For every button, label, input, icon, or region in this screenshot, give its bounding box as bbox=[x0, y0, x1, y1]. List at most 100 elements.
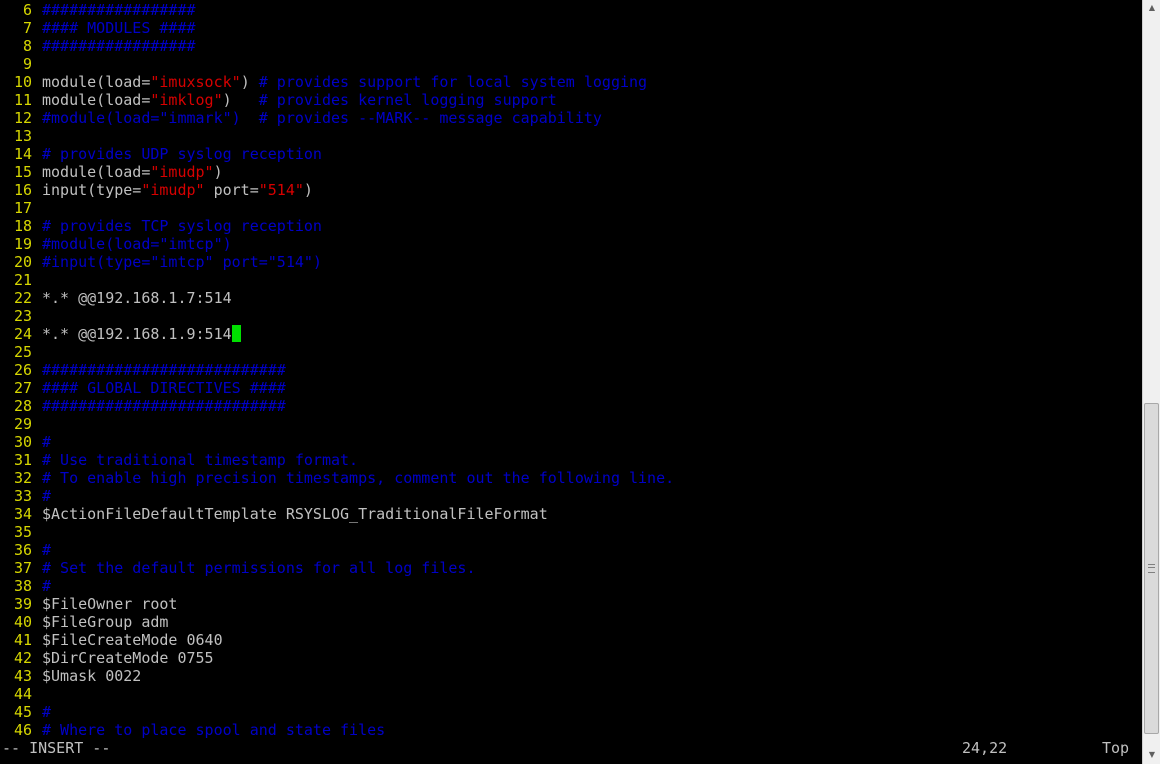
code-token-normal: module(load= bbox=[42, 163, 151, 181]
code-line[interactable]: 45 # bbox=[0, 703, 1142, 721]
code-token-comment: # provides support for local system logg… bbox=[258, 73, 648, 91]
code-line[interactable]: 23 bbox=[0, 307, 1142, 325]
code-token-normal: module(load= bbox=[42, 73, 151, 91]
code-line[interactable]: 40 $FileGroup adm bbox=[0, 613, 1142, 631]
line-number: 29 bbox=[13, 415, 32, 433]
code-line[interactable]: 30 # bbox=[0, 433, 1142, 451]
code-token-normal: *.* @@192.168.1.7:514 bbox=[42, 289, 232, 307]
code-line[interactable]: 42 $DirCreateMode 0755 bbox=[0, 649, 1142, 667]
line-number: 10 bbox=[13, 73, 32, 91]
code-line[interactable]: 14 # provides UDP syslog reception bbox=[0, 145, 1142, 163]
line-number: 31 bbox=[13, 451, 32, 469]
code-line[interactable]: 27 #### GLOBAL DIRECTIVES #### bbox=[0, 379, 1142, 397]
code-line[interactable]: 21 bbox=[0, 271, 1142, 289]
line-number: 21 bbox=[13, 271, 32, 289]
code-token-comment: #input(type="imtcp" port="514") bbox=[42, 253, 322, 271]
code-line[interactable]: 12 #module(load="immark") # provides --MA… bbox=[0, 109, 1142, 127]
code-token-normal: port= bbox=[204, 181, 259, 199]
insert-mode-indicator: -- INSERT -- bbox=[2, 739, 111, 757]
code-token-string: "514" bbox=[258, 181, 304, 199]
scroll-up-arrow-icon[interactable]: ▲ bbox=[1144, 0, 1160, 16]
code-line[interactable]: 11 module(load="imklog") # provides kerne… bbox=[0, 91, 1142, 109]
line-number: 20 bbox=[13, 253, 32, 271]
line-number: 6 bbox=[22, 1, 32, 19]
code-line[interactable]: 44 bbox=[0, 685, 1142, 703]
code-line[interactable]: 8 ################# bbox=[0, 37, 1142, 55]
code-line[interactable]: 31 # Use traditional timestamp format. bbox=[0, 451, 1142, 469]
code-token-comment: #### GLOBAL DIRECTIVES #### bbox=[42, 379, 286, 397]
line-number: 27 bbox=[13, 379, 32, 397]
code-token-normal: $FileOwner root bbox=[42, 595, 178, 613]
line-number: 19 bbox=[13, 235, 32, 253]
line-number: 38 bbox=[13, 577, 32, 595]
code-line[interactable]: 43 $Umask 0022 bbox=[0, 667, 1142, 685]
line-number: 34 bbox=[13, 505, 32, 523]
cursor-position: 24,22 bbox=[962, 739, 1008, 757]
vim-editor-buffer[interactable]: 6 ################# 7 #### MODULES #### 8 ###… bbox=[0, 1, 1142, 739]
code-line[interactable]: 13 bbox=[0, 127, 1142, 145]
line-number: 15 bbox=[13, 163, 32, 181]
code-line[interactable]: 24 *.* @@192.168.1.9:514 bbox=[0, 325, 1142, 343]
code-line[interactable]: 46 # Where to place spool and state files bbox=[0, 721, 1142, 739]
code-line[interactable]: 33 # bbox=[0, 487, 1142, 505]
code-line[interactable]: 38 # bbox=[0, 577, 1142, 595]
scroll-position-indicator: Top bbox=[1102, 739, 1130, 757]
code-line[interactable]: 26 ########################### bbox=[0, 361, 1142, 379]
scrollbar-thumb[interactable] bbox=[1144, 403, 1159, 734]
line-number: 28 bbox=[13, 397, 32, 415]
line-number: 23 bbox=[13, 307, 32, 325]
line-number: 45 bbox=[13, 703, 32, 721]
code-token-comment: # bbox=[42, 541, 52, 559]
code-line[interactable]: 34 $ActionFileDefaultTemplate RSYSLOG_Tra… bbox=[0, 505, 1142, 523]
code-line[interactable]: 29 bbox=[0, 415, 1142, 433]
line-number: 12 bbox=[13, 109, 32, 127]
line-number: 42 bbox=[13, 649, 32, 667]
line-number: 44 bbox=[13, 685, 32, 703]
code-line[interactable]: 18 # provides TCP syslog reception bbox=[0, 217, 1142, 235]
line-number: 33 bbox=[13, 487, 32, 505]
code-token-normal: module(load= bbox=[42, 91, 151, 109]
code-token-comment: ########################### bbox=[42, 361, 286, 379]
line-number: 37 bbox=[13, 559, 32, 577]
scroll-down-arrow-icon[interactable]: ▼ bbox=[1144, 747, 1160, 763]
code-line[interactable]: 6 ################# bbox=[0, 1, 1142, 19]
code-token-comment: # bbox=[42, 703, 52, 721]
vim-status-line: -- INSERT -- 24,22 Top bbox=[0, 739, 1142, 757]
code-line[interactable]: 7 #### MODULES #### bbox=[0, 19, 1142, 37]
code-line[interactable]: 22 *.* @@192.168.1.7:514 bbox=[0, 289, 1142, 307]
vertical-scrollbar[interactable]: ▲ ▼ bbox=[1142, 0, 1160, 764]
code-token-normal: ) bbox=[213, 163, 223, 181]
code-line[interactable]: 10 module(load="imuxsock") # provides sup… bbox=[0, 73, 1142, 91]
code-line[interactable]: 41 $FileCreateMode 0640 bbox=[0, 631, 1142, 649]
code-token-comment: # bbox=[42, 577, 52, 595]
line-number: 25 bbox=[13, 343, 32, 361]
code-token-comment: # provides UDP syslog reception bbox=[42, 145, 322, 163]
code-line[interactable]: 16 input(type="imudp" port="514") bbox=[0, 181, 1142, 199]
code-line[interactable]: 36 # bbox=[0, 541, 1142, 559]
code-line[interactable]: 15 module(load="imudp") bbox=[0, 163, 1142, 181]
code-line[interactable]: 28 ########################### bbox=[0, 397, 1142, 415]
terminal-window[interactable]: 6 ################# 7 #### MODULES #### 8 ###… bbox=[0, 0, 1160, 764]
line-number: 7 bbox=[22, 19, 32, 37]
text-cursor bbox=[231, 325, 241, 342]
line-number: 8 bbox=[22, 37, 32, 55]
code-line[interactable]: 25 bbox=[0, 343, 1142, 361]
line-number: 26 bbox=[13, 361, 32, 379]
line-number: 46 bbox=[13, 721, 32, 739]
code-line[interactable]: 20 #input(type="imtcp" port="514") bbox=[0, 253, 1142, 271]
code-line[interactable]: 37 # Set the default permissions for all … bbox=[0, 559, 1142, 577]
line-number: 36 bbox=[13, 541, 32, 559]
code-line[interactable]: 39 $FileOwner root bbox=[0, 595, 1142, 613]
line-number: 9 bbox=[22, 55, 32, 73]
code-token-comment: ################# bbox=[42, 37, 196, 55]
code-line[interactable]: 9 bbox=[0, 55, 1142, 73]
code-token-string: "imklog" bbox=[150, 91, 223, 109]
code-token-comment: # Where to place spool and state files bbox=[42, 721, 386, 739]
code-line[interactable]: 35 bbox=[0, 523, 1142, 541]
line-number: 16 bbox=[13, 181, 32, 199]
code-token-comment: #### MODULES #### bbox=[42, 19, 196, 37]
code-line[interactable]: 19 #module(load="imtcp") bbox=[0, 235, 1142, 253]
code-line[interactable]: 32 # To enable high precision timestamps,… bbox=[0, 469, 1142, 487]
code-line[interactable]: 17 bbox=[0, 199, 1142, 217]
line-number: 22 bbox=[13, 289, 32, 307]
